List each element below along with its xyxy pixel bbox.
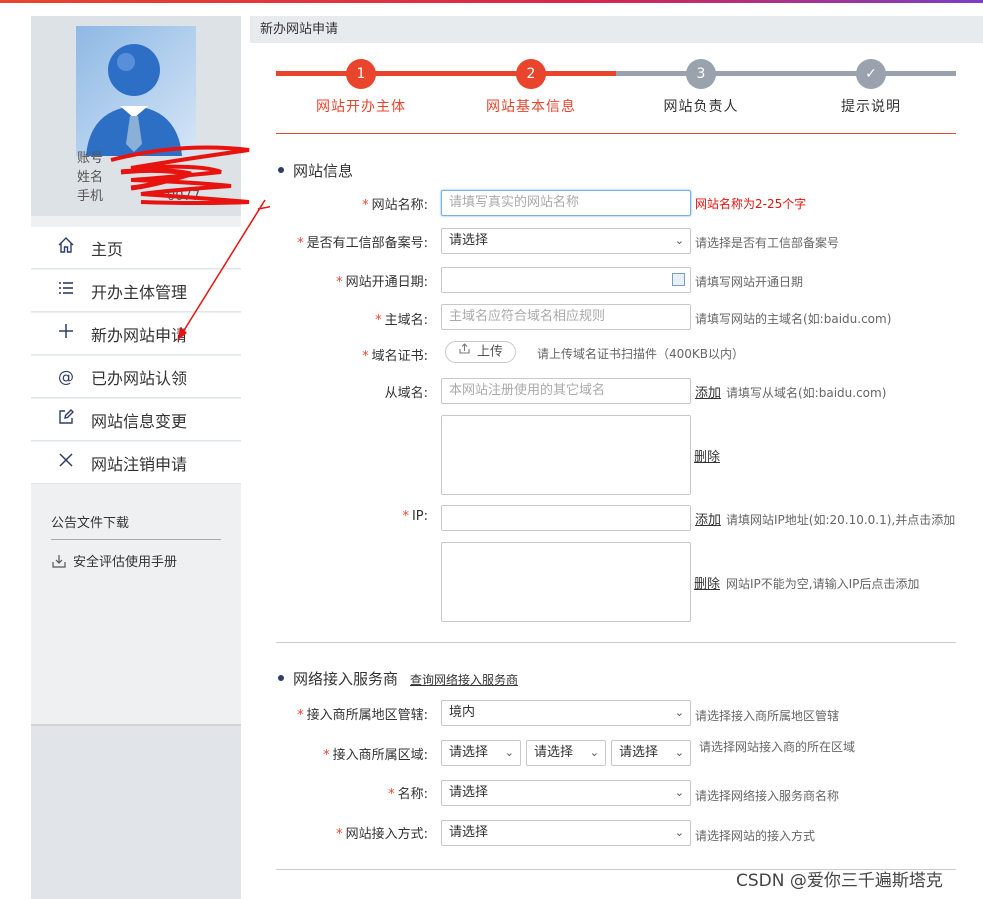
home-icon bbox=[53, 236, 79, 259]
sub-domain-hint: 请填写从域名(如:baidu.com) bbox=[726, 386, 887, 400]
step-circle: ✓ bbox=[856, 59, 886, 89]
step-circle: 2 bbox=[516, 59, 546, 89]
edit-icon bbox=[53, 408, 79, 431]
sidebar-item-label: 网站信息变更 bbox=[91, 411, 188, 431]
bullet-icon bbox=[278, 674, 284, 681]
ip-list[interactable] bbox=[441, 542, 691, 622]
step-4: ✓ 提示说明 bbox=[786, 59, 956, 116]
sidebar-item-label: 已办网站认领 bbox=[91, 368, 188, 388]
at-icon: @ bbox=[58, 367, 74, 386]
step-label: 网站负责人 bbox=[663, 99, 739, 115]
cert-hint: 请上传域名证书扫描件（400KB以内） bbox=[537, 347, 745, 361]
sidebar-item-claim-site[interactable]: @ 已办网站认领 bbox=[31, 356, 241, 398]
ip-label: * IP: bbox=[402, 509, 428, 524]
main-domain-input[interactable]: 主域名应符合域名相应规则 bbox=[441, 304, 691, 330]
upload-icon bbox=[458, 342, 471, 362]
access-hint: 请选择网站的接入方式 bbox=[695, 829, 816, 843]
ip-input[interactable] bbox=[441, 505, 691, 531]
sidebar-item-label: 主页 bbox=[91, 239, 124, 259]
sidebar-footer bbox=[31, 724, 241, 899]
province-select[interactable]: 请选择 ⌄ bbox=[441, 740, 521, 766]
sidebar-item-site-change[interactable]: 网站信息变更 bbox=[31, 399, 241, 441]
query-isp-link[interactable]: 查询网络接入服务商 bbox=[410, 673, 518, 687]
icp-hint: 请选择是否有工信部备案号 bbox=[695, 236, 840, 250]
chevron-down-icon: ⌄ bbox=[674, 746, 684, 759]
download-manual-link[interactable]: 安全评估使用手册 bbox=[51, 551, 177, 573]
sidebar-item-label: 网站注销申请 bbox=[91, 454, 188, 474]
ip-hint: 请填网站IP地址(如:20.10.0.1),并点击添加 bbox=[726, 513, 956, 527]
step-3: 3 网站负责人 bbox=[616, 59, 786, 116]
profile-card: 账号 姓名 手机 0077 bbox=[31, 16, 250, 216]
site-name-hint: 网站名称为2-25个字 bbox=[695, 197, 807, 211]
plus-icon bbox=[53, 322, 79, 345]
section-title-isp: 网络接入服务商 查询网络接入服务商 bbox=[278, 668, 518, 689]
district-select[interactable]: 请选择 ⌄ bbox=[611, 740, 691, 766]
sub-domain-list[interactable] bbox=[441, 415, 691, 495]
chevron-down-icon: ⌄ bbox=[504, 746, 514, 759]
list-icon bbox=[53, 279, 79, 302]
step-label: 网站基本信息 bbox=[486, 99, 576, 115]
section-title-text: 网站信息 bbox=[293, 162, 354, 180]
step-label: 提示说明 bbox=[841, 99, 901, 115]
sub-domain-label: 从域名: bbox=[384, 386, 428, 401]
sidebar-item-cancel-site[interactable]: 网站注销申请 bbox=[31, 442, 241, 484]
watermark: CSDN @爱你三千遍斯塔克 bbox=[736, 871, 943, 891]
chevron-down-icon: ⌄ bbox=[674, 786, 684, 799]
step-2: 2 网站基本信息 bbox=[446, 59, 616, 116]
upload-button[interactable]: 上传 bbox=[445, 341, 517, 363]
top-accent-bar bbox=[0, 0, 983, 3]
divider bbox=[276, 642, 956, 643]
close-icon bbox=[53, 451, 79, 474]
annotation-arrow bbox=[177, 199, 270, 341]
bullet-icon bbox=[278, 166, 284, 173]
region-hint: 请选择网站接入商的所在区域 bbox=[699, 740, 856, 754]
chevron-down-icon: ⌄ bbox=[589, 746, 599, 759]
download-icon bbox=[51, 553, 67, 573]
sidebar: 账号 姓名 手机 0077 主页 开办主体管理 新办网站申请 @ 已办网站认领 … bbox=[31, 16, 250, 899]
progress-steps: 1 网站开办主体 2 网站基本信息 3 网站负责人 ✓ 提示说明 bbox=[276, 56, 956, 116]
region-type-select[interactable]: 境内 ⌄ bbox=[441, 700, 691, 726]
step-circle: 1 bbox=[346, 59, 376, 89]
step-circle: 3 bbox=[686, 59, 716, 89]
isp-name-label: * 名称: bbox=[388, 787, 428, 802]
access-select[interactable]: 请选择 ⌄ bbox=[441, 820, 691, 846]
ip-delete-hint: 网站IP不能为空,请输入IP后点击添加 bbox=[726, 577, 920, 591]
step-label: 网站开办主体 bbox=[316, 99, 406, 115]
region-type-label: * 接入商所属地区管辖: bbox=[297, 708, 428, 723]
chevron-down-icon: ⌄ bbox=[674, 234, 684, 247]
open-date-hint: 请填写网站开通日期 bbox=[695, 275, 804, 289]
chevron-down-icon: ⌄ bbox=[674, 826, 684, 839]
chevron-down-icon: ⌄ bbox=[674, 706, 684, 719]
isp-name-select[interactable]: 请选择 ⌄ bbox=[441, 780, 691, 806]
city-select[interactable]: 请选择 ⌄ bbox=[526, 740, 606, 766]
site-name-input[interactable]: 请填写真实的网站名称 bbox=[441, 190, 691, 216]
ip-delete-link[interactable]: 删除 bbox=[694, 573, 720, 592]
section-title-site-info: 网站信息 bbox=[278, 160, 353, 181]
announcement-section: 公告文件下载 安全评估使用手册 bbox=[31, 496, 241, 726]
calendar-icon[interactable] bbox=[672, 273, 685, 286]
download-manual-label: 安全评估使用手册 bbox=[73, 555, 178, 570]
isp-name-hint: 请选择网络接入服务商名称 bbox=[695, 789, 840, 803]
region-type-hint: 请选择接入商所属地区管辖 bbox=[695, 709, 840, 723]
region-label: * 接入商所属区域: bbox=[323, 748, 428, 763]
divider bbox=[276, 133, 956, 134]
ip-add-link[interactable]: 添加 bbox=[695, 509, 721, 528]
announcement-title: 公告文件下载 bbox=[51, 512, 221, 540]
step-1: 1 网站开办主体 bbox=[276, 59, 446, 116]
section-title-text: 网络接入服务商 bbox=[293, 670, 399, 688]
sub-domain-delete-link[interactable]: 删除 bbox=[694, 446, 720, 465]
main-domain-hint: 请填写网站的主域名(如:baidu.com) bbox=[695, 312, 892, 326]
sub-domain-add-link[interactable]: 添加 bbox=[695, 382, 721, 401]
icp-select[interactable]: 请选择 ⌄ bbox=[441, 228, 691, 254]
panel-title: 新办网站申请 bbox=[250, 16, 983, 43]
open-date-input[interactable] bbox=[441, 267, 691, 293]
sub-domain-input[interactable]: 本网站注册使用的其它域名 bbox=[441, 378, 691, 404]
access-label: * 网站接入方式: bbox=[336, 827, 428, 842]
